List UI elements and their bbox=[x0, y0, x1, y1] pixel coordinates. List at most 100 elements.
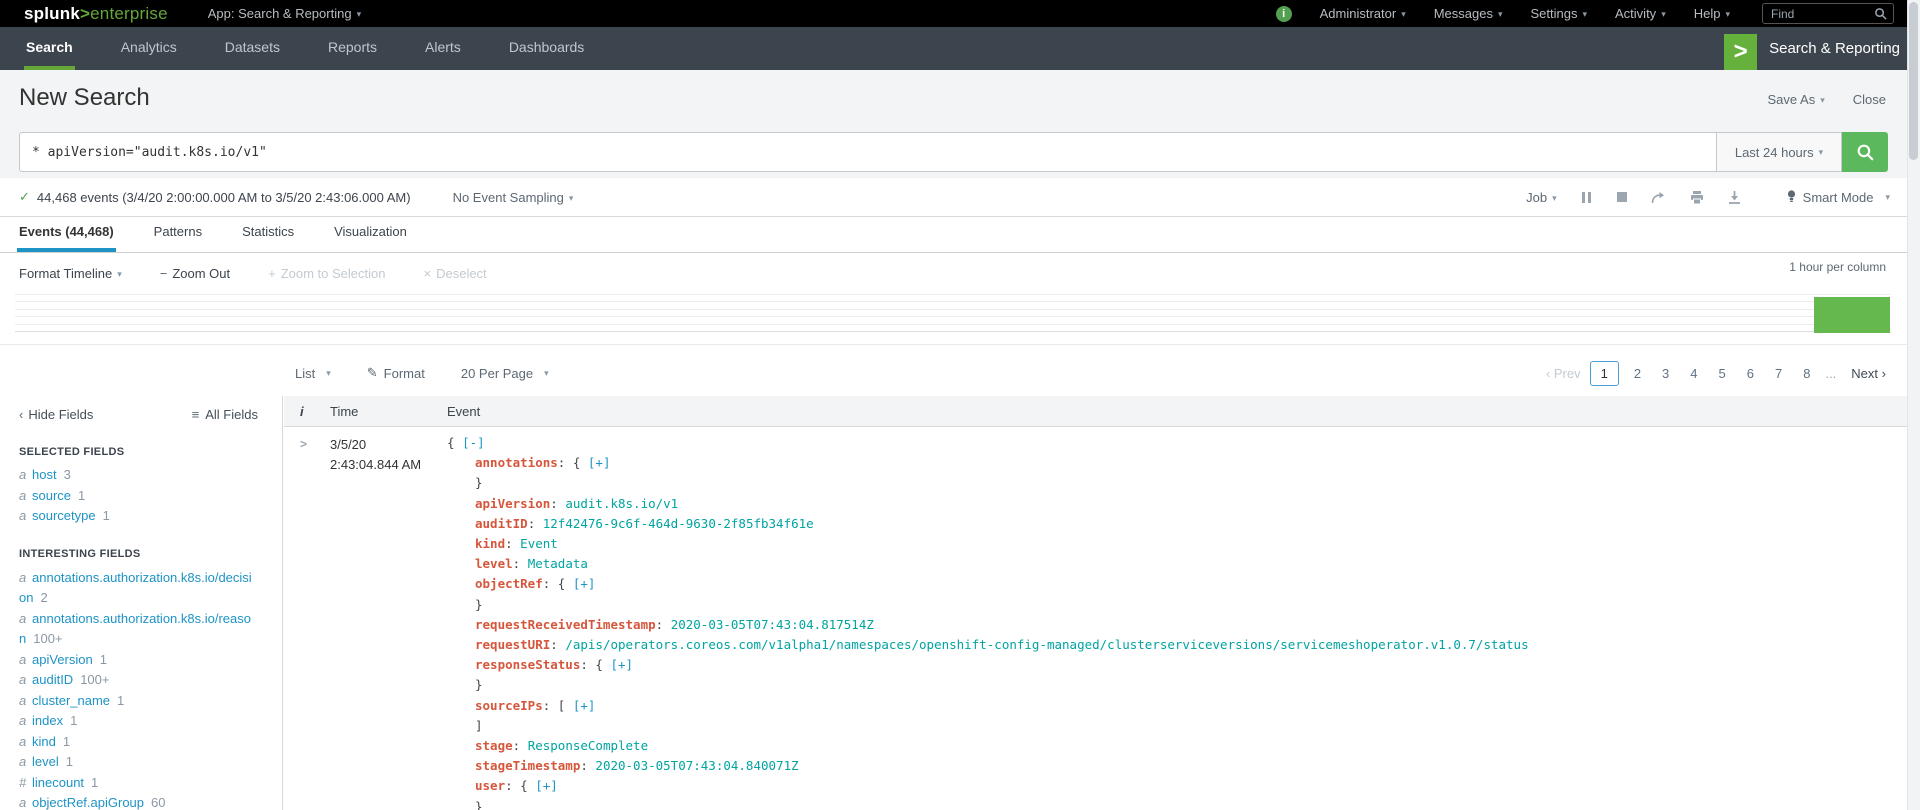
print-icon[interactable] bbox=[1690, 191, 1704, 204]
format-menu[interactable]: ✎Format bbox=[367, 365, 425, 381]
page-button-6[interactable]: 6 bbox=[1741, 362, 1760, 385]
page-button-1[interactable]: 1 bbox=[1590, 361, 1619, 386]
field-annotations.authorization.k8s.io/reason[interactable]: aannotations.authorization.k8s.io/reason… bbox=[19, 609, 258, 650]
selected-fields-header: SELECTED FIELDS bbox=[19, 446, 258, 458]
chevron-down-icon: ▾ bbox=[569, 193, 574, 203]
page-button-5[interactable]: 5 bbox=[1713, 362, 1732, 385]
json-toggle[interactable]: [+] bbox=[610, 657, 633, 672]
close-button[interactable]: Close bbox=[1853, 92, 1886, 107]
prev-page-button[interactable]: ‹ Prev bbox=[1546, 366, 1581, 381]
field-host[interactable]: ahost3 bbox=[19, 465, 258, 486]
appbar-tab-search[interactable]: Search bbox=[24, 27, 75, 70]
events-list: i Time Event > 3/5/20 2:43:04.844 AM { [… bbox=[284, 396, 1920, 810]
field-count: 1 bbox=[70, 713, 77, 728]
field-sourcetype[interactable]: asourcetype1 bbox=[19, 506, 258, 527]
result-tab-events[interactable]: Events (44,468) bbox=[17, 224, 116, 252]
time-range-picker[interactable]: Last 24 hours▾ bbox=[1717, 132, 1842, 172]
json-key: apiVersion bbox=[475, 496, 550, 511]
timeline-bar[interactable] bbox=[1814, 297, 1890, 333]
format-timeline-menu[interactable]: Format Timeline▾ bbox=[19, 266, 122, 281]
topbar-menu-settings[interactable]: Settings▾ bbox=[1531, 6, 1588, 21]
json-punct: : bbox=[505, 536, 520, 551]
next-page-button[interactable]: Next › bbox=[1851, 366, 1886, 381]
splunk-logo[interactable]: splunk>enterprise bbox=[24, 4, 168, 24]
logo-splunk-text: splunk bbox=[24, 4, 80, 23]
topbar-menu-administrator[interactable]: Administrator▾ bbox=[1320, 6, 1406, 21]
appbar-tab-dashboards[interactable]: Dashboards bbox=[507, 27, 587, 70]
field-name: kind bbox=[32, 734, 56, 749]
json-toggle[interactable]: [-] bbox=[462, 435, 485, 450]
find-input[interactable] bbox=[1769, 6, 1874, 22]
per-page-label: 20 Per Page bbox=[461, 366, 533, 381]
field-type-prefix: a bbox=[19, 650, 32, 671]
field-name: objectRef.apiGroup bbox=[32, 795, 144, 810]
page-scrollbar[interactable] bbox=[1907, 0, 1920, 810]
job-menu[interactable]: Job▾ bbox=[1526, 190, 1557, 205]
field-type-prefix: a bbox=[19, 465, 32, 486]
topbar-menu-help[interactable]: Help▾ bbox=[1694, 6, 1730, 21]
per-page-menu[interactable]: 20 Per Page▾ bbox=[461, 366, 549, 381]
pause-icon[interactable] bbox=[1581, 192, 1593, 203]
result-tab-visualization[interactable]: Visualization bbox=[332, 224, 409, 252]
json-key: requestURI bbox=[475, 637, 550, 652]
json-toggle[interactable]: [+] bbox=[573, 698, 596, 713]
timeline-section: Format Timeline▾ −Zoom Out +Zoom to Sele… bbox=[0, 253, 1920, 345]
expand-event-icon[interactable]: > bbox=[284, 433, 330, 810]
topbar-menu-messages[interactable]: Messages▾ bbox=[1434, 6, 1503, 21]
json-toggle[interactable]: [+] bbox=[573, 576, 596, 591]
field-apiVersion[interactable]: aapiVersion1 bbox=[19, 650, 258, 671]
field-level[interactable]: alevel1 bbox=[19, 752, 258, 773]
timeline-histogram[interactable] bbox=[15, 294, 1890, 333]
appbar-tab-alerts[interactable]: Alerts bbox=[423, 27, 463, 70]
page-button-8[interactable]: 8 bbox=[1797, 362, 1816, 385]
save-as-button[interactable]: Save As▾ bbox=[1768, 92, 1825, 107]
deselect-button[interactable]: ×Deselect bbox=[424, 266, 487, 281]
appbar-tab-reports[interactable]: Reports bbox=[326, 27, 379, 70]
app-identity[interactable]: > Search & Reporting bbox=[1724, 27, 1920, 70]
zoom-out-button[interactable]: −Zoom Out bbox=[160, 266, 230, 281]
field-auditID[interactable]: aauditID100+ bbox=[19, 670, 258, 691]
page-button-2[interactable]: 2 bbox=[1628, 362, 1647, 385]
field-name: apiVersion bbox=[32, 652, 93, 667]
result-tab-patterns[interactable]: Patterns bbox=[152, 224, 204, 252]
event-json-line: level: Metadata bbox=[447, 554, 1529, 574]
scrollbar-thumb[interactable] bbox=[1909, 2, 1918, 160]
field-source[interactable]: asource1 bbox=[19, 486, 258, 507]
zoom-to-selection-button[interactable]: +Zoom to Selection bbox=[268, 266, 385, 281]
field-name: source bbox=[32, 488, 71, 503]
appbar-tab-analytics[interactable]: Analytics bbox=[119, 27, 179, 70]
field-index[interactable]: aindex1 bbox=[19, 711, 258, 732]
timeline-gridline bbox=[15, 301, 1890, 302]
search-query-input[interactable] bbox=[19, 132, 1717, 172]
topbar-menu-activity[interactable]: Activity▾ bbox=[1615, 6, 1666, 21]
field-annotations.authorization.k8s.io/decision[interactable]: aannotations.authorization.k8s.io/decisi… bbox=[19, 568, 258, 609]
zoom-to-selection-label: Zoom to Selection bbox=[281, 266, 386, 281]
search-mode-menu[interactable]: Smart Mode▾ bbox=[1787, 190, 1890, 205]
app-context-menu[interactable]: App: Search & Reporting▾ bbox=[208, 6, 361, 21]
page-button-7[interactable]: 7 bbox=[1769, 362, 1788, 385]
all-fields-button[interactable]: ≡All Fields bbox=[192, 407, 258, 422]
page-button-3[interactable]: 3 bbox=[1656, 362, 1675, 385]
hide-fields-button[interactable]: ‹Hide Fields bbox=[19, 407, 93, 422]
search-mode-label: Smart Mode bbox=[1803, 190, 1874, 205]
stop-icon[interactable] bbox=[1617, 192, 1627, 202]
json-toggle[interactable]: [+] bbox=[535, 778, 558, 793]
topbar: splunk>enterprise App: Search & Reportin… bbox=[0, 0, 1920, 27]
result-tab-statistics[interactable]: Statistics bbox=[240, 224, 296, 252]
appbar-tab-datasets[interactable]: Datasets bbox=[223, 27, 282, 70]
search-icon[interactable] bbox=[1874, 7, 1887, 20]
field-kind[interactable]: akind1 bbox=[19, 732, 258, 753]
page-button-4[interactable]: 4 bbox=[1684, 362, 1703, 385]
timeline-gridline bbox=[15, 324, 1890, 325]
field-cluster_name[interactable]: acluster_name1 bbox=[19, 691, 258, 712]
field-linecount[interactable]: #linecount1 bbox=[19, 773, 258, 794]
search-button[interactable] bbox=[1842, 132, 1888, 172]
event-sampling-menu[interactable]: No Event Sampling▾ bbox=[453, 190, 574, 205]
share-icon[interactable] bbox=[1651, 191, 1666, 204]
json-key: user bbox=[475, 778, 505, 793]
json-toggle[interactable]: [+] bbox=[588, 455, 611, 470]
field-objectRef.apiGroup[interactable]: aobjectRef.apiGroup60 bbox=[19, 793, 258, 810]
info-icon[interactable]: i bbox=[1276, 6, 1292, 22]
export-icon[interactable] bbox=[1728, 191, 1741, 204]
list-view-menu[interactable]: List▾ bbox=[295, 366, 331, 381]
